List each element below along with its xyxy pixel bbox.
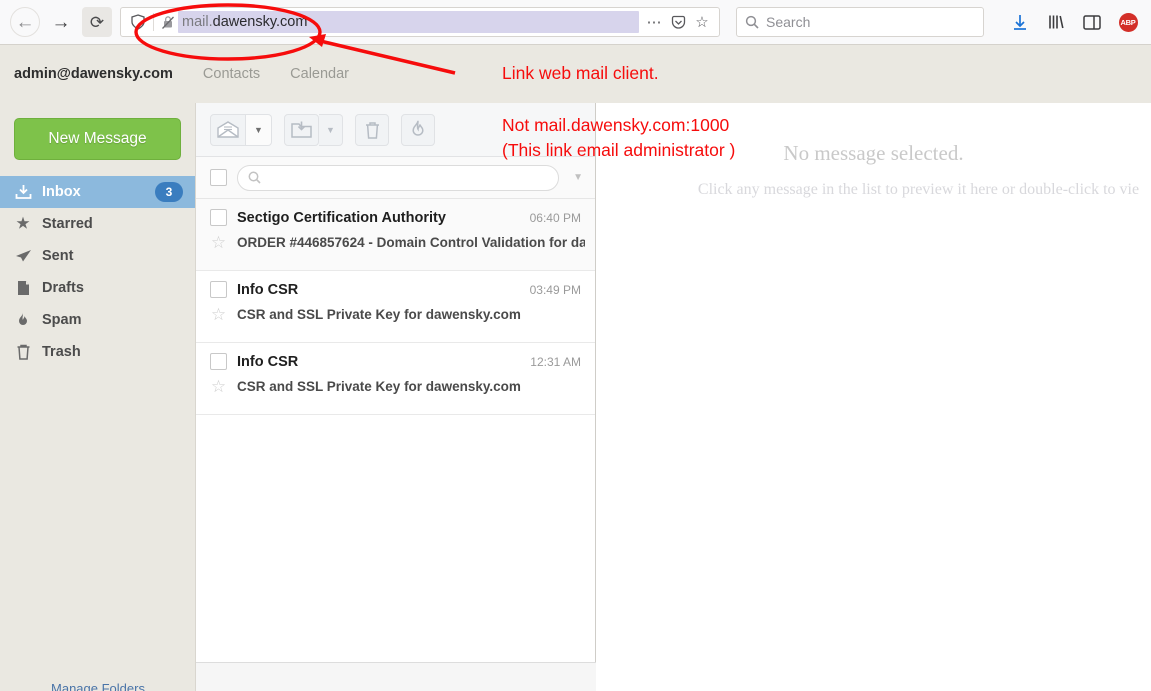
sidebar-item-inbox[interactable]: Inbox 3: [0, 176, 195, 208]
message-checkbox[interactable]: [210, 281, 227, 298]
sidebar: New Message Inbox 3 ★ Starred Sent Draft…: [0, 103, 196, 691]
insecure-lock-icon[interactable]: [158, 15, 178, 30]
sidebar-item-label: Inbox: [42, 184, 81, 200]
sidebar-item-trash[interactable]: Trash: [0, 336, 195, 368]
sidebar-item-sent[interactable]: Sent: [0, 240, 195, 272]
browser-search-placeholder: Search: [766, 14, 811, 30]
bookmark-star-icon[interactable]: ☆: [691, 10, 713, 34]
browser-icon-group: ABP: [1009, 10, 1139, 34]
url-bar[interactable]: mail.dawensky.com ⋯ ☆: [120, 7, 720, 37]
message-preview-pane: No message selected. Click any message i…: [596, 103, 1151, 691]
sidebar-item-label: Sent: [42, 248, 74, 264]
message-list-footer: [196, 662, 596, 691]
page-actions-icon[interactable]: ⋯: [643, 10, 665, 34]
nav-calendar[interactable]: Calendar: [290, 66, 349, 82]
preview-empty-hint: Click any message in the list to preview…: [697, 181, 1140, 198]
sidebar-item-label: Spam: [42, 312, 82, 328]
account-email: admin@dawensky.com: [14, 66, 173, 82]
search-options-caret[interactable]: ▼: [569, 172, 587, 183]
message-list-panel: ▼ ▼ ▼ Sectigo Certification Authority 06…: [196, 103, 596, 691]
message-sender: Info CSR: [237, 281, 299, 298]
sidebar-footer-link[interactable]: Manage Folders: [0, 681, 196, 691]
pocket-icon[interactable]: [667, 10, 689, 34]
sidebar-item-drafts[interactable]: Drafts: [0, 272, 195, 304]
message-subject: ORDER #446857624 - Domain Control Valida…: [237, 235, 585, 250]
adblock-badge-label: ABP: [1118, 12, 1138, 32]
trash-icon: [14, 344, 32, 360]
star-icon[interactable]: ☆: [210, 378, 227, 395]
annotation-note-2-line2: (This link email administrator ): [502, 140, 736, 160]
message-checkbox[interactable]: [210, 353, 227, 370]
message-subject: CSR and SSL Private Key for dawensky.com: [237, 379, 521, 394]
sidebar-toggle-icon[interactable]: [1081, 10, 1103, 34]
table-row[interactable]: Info CSR 12:31 AM ☆ CSR and SSL Private …: [196, 343, 595, 415]
mark-as-read-group: ▼: [210, 113, 272, 146]
sidebar-footer-label: Manage Folders: [51, 681, 145, 691]
star-icon[interactable]: ☆: [210, 306, 227, 323]
library-icon[interactable]: [1045, 10, 1067, 34]
sidebar-item-label: Starred: [42, 216, 93, 232]
message-time: 06:40 PM: [529, 210, 581, 225]
shield-icon[interactable]: [127, 14, 149, 30]
star-icon: ★: [16, 216, 30, 232]
mark-as-read-caret[interactable]: ▼: [246, 113, 272, 146]
annotation-note-1: Link web mail client.: [502, 63, 659, 83]
browser-toolbar: ← → ⟳ mail.dawensky.com ⋯ ☆ Search ABP: [0, 0, 1151, 45]
message-sender: Sectigo Certification Authority: [237, 209, 446, 226]
select-all-checkbox[interactable]: [210, 169, 227, 186]
message-sender: Info CSR: [237, 353, 299, 370]
nav-contacts[interactable]: Contacts: [203, 66, 260, 82]
message-time: 12:31 AM: [530, 354, 581, 369]
inbox-icon: [14, 184, 32, 200]
move-to-folder-icon[interactable]: [284, 113, 319, 146]
mark-as-spam-button[interactable]: [401, 113, 435, 146]
folder-list: Inbox 3 ★ Starred Sent Drafts Spam Trash: [0, 176, 195, 368]
search-input[interactable]: [237, 164, 560, 191]
sent-icon: [14, 249, 32, 263]
annotation-note-2-line1: Not mail.dawensky.com:1000: [502, 115, 730, 135]
sidebar-item-label: Trash: [42, 344, 81, 360]
message-checkbox[interactable]: [210, 209, 227, 226]
new-message-button[interactable]: New Message: [14, 118, 181, 160]
table-row[interactable]: Info CSR 03:49 PM ☆ CSR and SSL Private …: [196, 271, 595, 343]
star-icon[interactable]: ☆: [210, 234, 227, 251]
browser-window: ← → ⟳ mail.dawensky.com ⋯ ☆ Search ABP a…: [0, 0, 1151, 691]
delete-button[interactable]: [355, 113, 389, 146]
sidebar-item-spam[interactable]: Spam: [0, 304, 195, 336]
sidebar-item-starred[interactable]: ★ Starred: [0, 208, 195, 240]
forward-arrow-icon[interactable]: →: [46, 7, 76, 37]
drafts-icon: [14, 280, 32, 296]
browser-search-box[interactable]: Search: [736, 7, 984, 37]
message-subject: CSR and SSL Private Key for dawensky.com: [237, 307, 521, 322]
search-icon: [248, 171, 261, 184]
search-icon: [745, 15, 759, 29]
download-arrow-icon[interactable]: [1009, 10, 1031, 34]
back-arrow-icon[interactable]: ←: [10, 7, 40, 37]
annotation-note-2: Not mail.dawensky.com:1000 (This link em…: [502, 113, 735, 163]
move-to-folder-caret[interactable]: ▼: [319, 113, 343, 146]
table-row[interactable]: Sectigo Certification Authority 06:40 PM…: [196, 199, 595, 271]
message-list-search-row: ▼: [196, 157, 595, 199]
message-list: Sectigo Certification Authority 06:40 PM…: [196, 199, 595, 415]
inbox-unread-badge: 3: [155, 182, 183, 202]
url-prefix: mail.: [182, 14, 213, 30]
flame-icon: [14, 312, 32, 329]
url-text[interactable]: mail.dawensky.com: [178, 11, 639, 33]
adblock-plus-icon[interactable]: ABP: [1117, 10, 1139, 34]
url-divider: [153, 13, 154, 31]
sidebar-item-label: Drafts: [42, 280, 84, 296]
reload-icon[interactable]: ⟳: [82, 7, 112, 37]
url-domain: dawensky.com: [212, 14, 308, 30]
open-envelope-icon[interactable]: [210, 113, 246, 146]
message-time: 03:49 PM: [529, 282, 581, 297]
move-to-folder-group: ▼: [284, 113, 343, 146]
